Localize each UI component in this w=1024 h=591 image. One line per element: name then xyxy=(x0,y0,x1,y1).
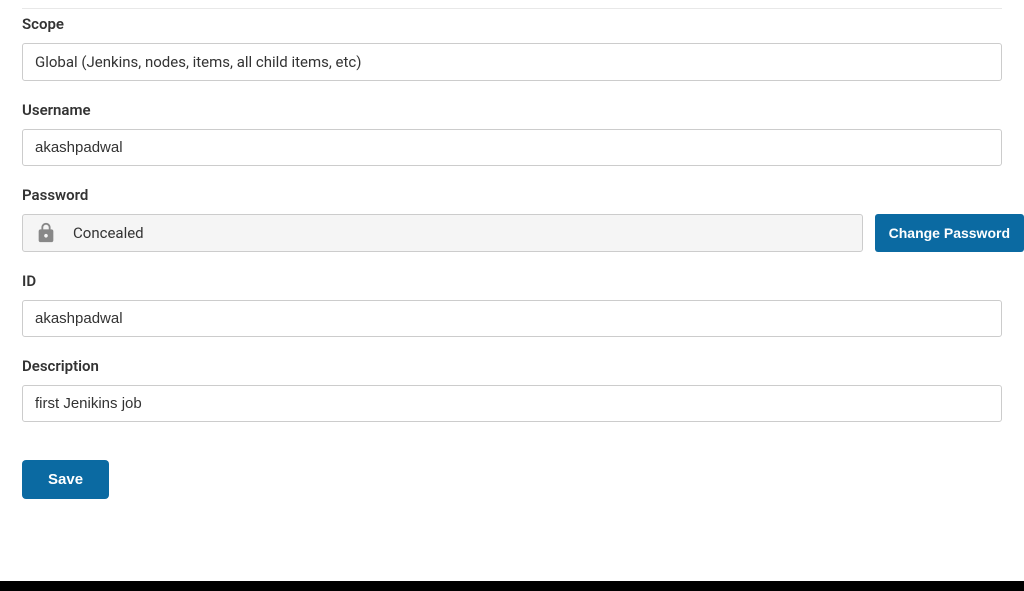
lock-icon xyxy=(35,222,57,244)
id-input[interactable] xyxy=(22,300,1002,337)
username-input[interactable] xyxy=(22,129,1002,166)
password-group: Password Concealed Change Password xyxy=(22,186,1002,252)
username-group: Username xyxy=(22,101,1002,166)
password-label: Password xyxy=(22,186,1002,204)
save-button[interactable]: Save xyxy=(22,460,109,499)
scope-select[interactable]: Global (Jenkins, nodes, items, all child… xyxy=(22,43,1002,81)
password-row: Concealed Change Password xyxy=(22,214,1002,252)
scope-label: Scope xyxy=(22,15,1002,33)
description-label: Description xyxy=(22,357,1002,375)
id-group: ID xyxy=(22,272,1002,337)
credentials-form: Scope Global (Jenkins, nodes, items, all… xyxy=(0,0,1024,519)
password-field: Concealed xyxy=(22,214,863,252)
password-status: Concealed xyxy=(73,224,144,242)
description-input[interactable] xyxy=(22,385,1002,422)
change-password-button[interactable]: Change Password xyxy=(875,214,1024,252)
id-label: ID xyxy=(22,272,1002,290)
top-divider xyxy=(22,8,1002,9)
username-label: Username xyxy=(22,101,1002,119)
scope-group: Scope Global (Jenkins, nodes, items, all… xyxy=(22,15,1002,81)
description-group: Description xyxy=(22,357,1002,422)
